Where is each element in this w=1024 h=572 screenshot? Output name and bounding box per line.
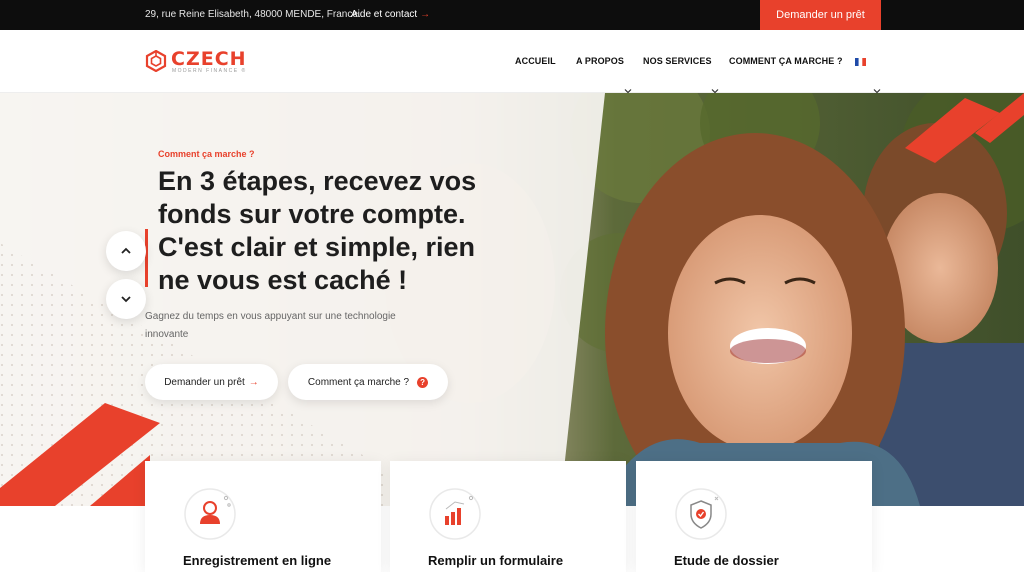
hero-photo [0,93,1024,506]
step-card-review[interactable]: Etude de dossier [636,461,872,572]
help-contact-link[interactable]: Aide et contact → [351,9,430,20]
help-contact-label: Aide et contact [351,9,418,20]
request-loan-label: Demander un prêt [164,376,245,388]
slider-down-button[interactable] [106,279,146,319]
hero-section: Comment ça marche ? En 3 étapes, recevez… [0,93,1024,506]
hero-eyebrow: Comment ça marche ? [158,149,255,159]
hero-headline: En 3 étapes, recevez vos fonds sur votre… [158,166,477,295]
address-text: 29, rue Reine Elisabeth, 48000 MENDE, Fr… [145,9,361,20]
arrow-right-icon: → [420,9,431,20]
shield-check-icon [675,488,727,540]
top-bar: 29, rue Reine Elisabeth, 48000 MENDE, Fr… [0,0,1024,30]
flag-fr-icon[interactable] [855,58,866,66]
chevron-down-icon [121,296,131,303]
step-card-registration[interactable]: Enregistrement en ligne [145,461,381,572]
accent-bar [145,229,148,287]
nav-accueil[interactable]: ACCUEIL [515,56,556,66]
request-loan-top-button[interactable]: Demander un prêt [760,0,881,30]
user-icon [184,488,236,540]
how-it-works-button[interactable]: Comment ça marche ?? [288,364,448,400]
step-card-title: Remplir un formulaire [428,553,564,568]
how-it-works-label: Comment ça marche ? [307,376,410,388]
request-loan-button[interactable]: Demander un prêt → [145,364,278,400]
arrow-right-icon: → [248,376,259,388]
chevron-up-icon [121,247,131,254]
main-header: CZECH MODERN FINANCE ® ACCUEIL A PROPOS … [0,30,1024,94]
step-card-title: Enregistrement en ligne [183,553,332,568]
hexagon-logo-icon [145,50,167,72]
question-icon: ? [417,376,429,388]
slider-up-button[interactable] [106,231,146,271]
bar-chart-icon [429,488,481,540]
nav-nos-services[interactable]: NOS SERVICES [643,56,712,66]
logo[interactable]: CZECH MODERN FINANCE ® [145,48,255,76]
nav-a-propos[interactable]: A PROPOS [576,56,624,66]
step-card-form[interactable]: Remplir un formulaire [390,461,626,572]
logo-wordmark: CZECH [171,48,247,70]
step-card-title: Etude de dossier [674,553,779,568]
nav-comment-ca-marche[interactable]: COMMENT ÇA MARCHE ? [729,56,843,66]
logo-tagline: MODERN FINANCE ® [172,68,247,74]
hero-subtitle: Gagnez du temps en vous appuyant sur une… [145,311,396,340]
